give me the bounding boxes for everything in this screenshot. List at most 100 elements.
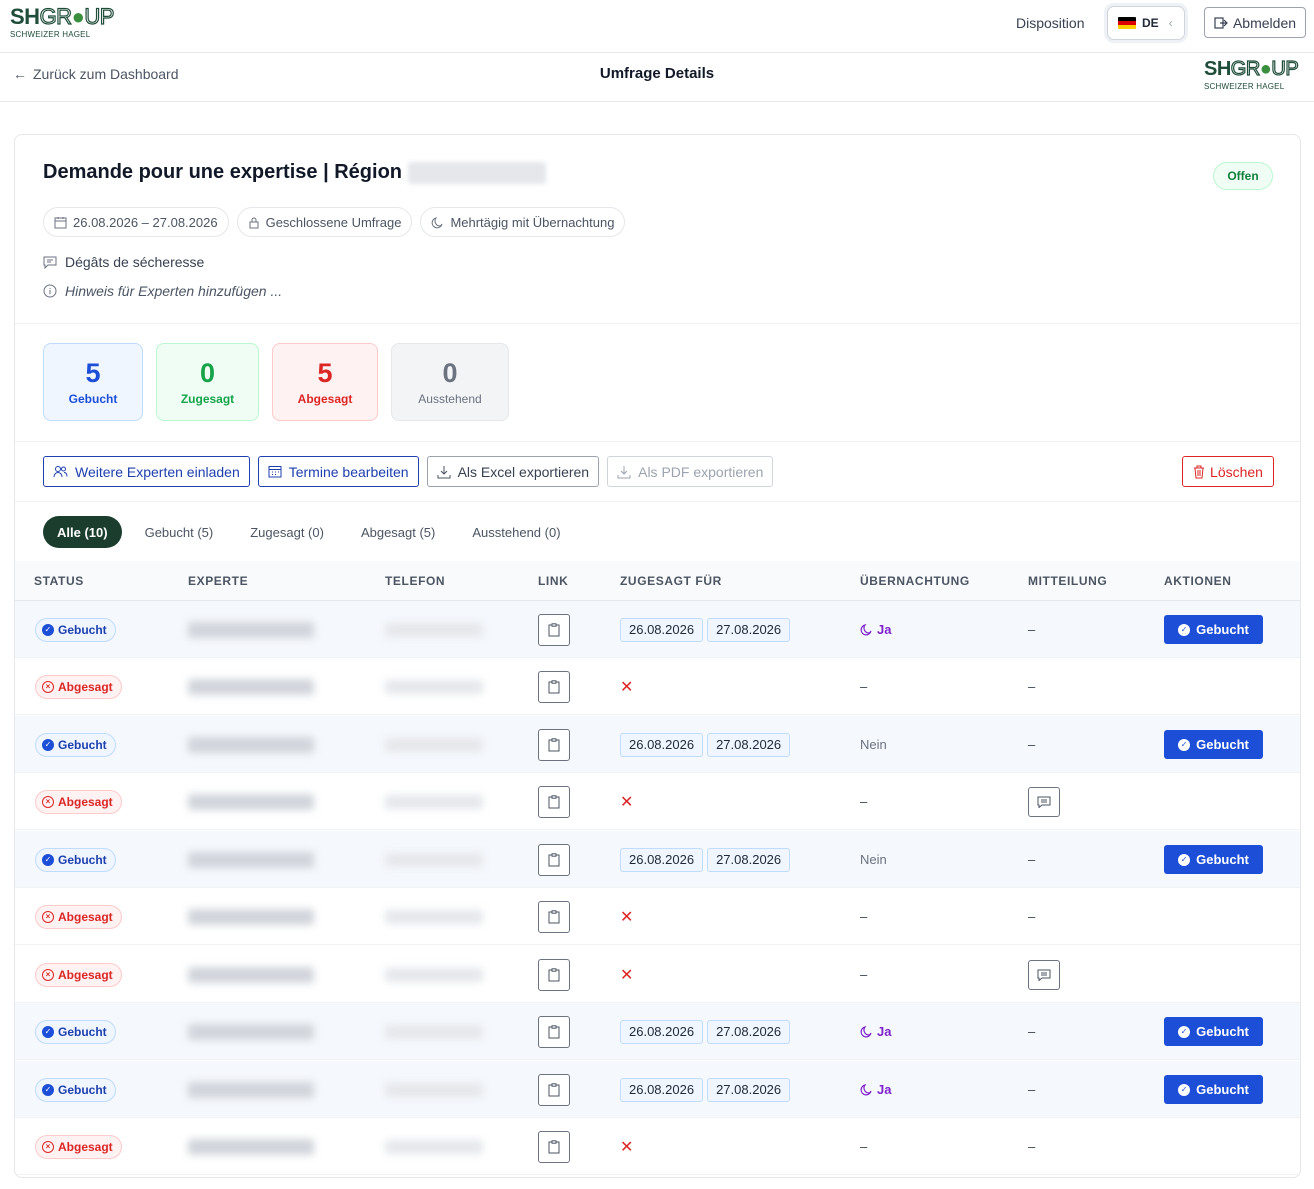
overnight-yes: Ja bbox=[860, 622, 891, 637]
cell-link bbox=[538, 601, 570, 658]
tab-gebucht[interactable]: Gebucht (5) bbox=[131, 516, 228, 548]
status-badge-gebucht: ✓ Gebucht bbox=[35, 732, 116, 757]
survey-type-chip: Geschlossene Umfrage bbox=[236, 207, 413, 237]
page-title: Umfrage Details bbox=[599, 65, 715, 82]
clipboard-icon bbox=[548, 852, 560, 866]
stat-value: 5 bbox=[85, 358, 101, 388]
clipboard-icon bbox=[548, 1139, 560, 1153]
col-link: LINK bbox=[538, 574, 569, 588]
survey-description: Dégâts de sécheresse bbox=[43, 254, 204, 270]
gebucht-action-button[interactable]: ✓ Gebucht bbox=[1164, 845, 1263, 874]
language-select[interactable]: DE ‹ bbox=[1107, 6, 1185, 40]
redacted-name bbox=[188, 793, 314, 810]
copy-link-button[interactable] bbox=[538, 728, 570, 761]
copy-link-button[interactable] bbox=[538, 670, 570, 703]
company-logo[interactable]: SHGR●UP SCHWEIZER HAGEL bbox=[10, 5, 115, 39]
stat-label: Abgesagt bbox=[297, 392, 353, 406]
gebucht-action-button[interactable]: ✓ Gebucht bbox=[1164, 1017, 1263, 1046]
copy-link-button[interactable] bbox=[538, 900, 570, 933]
nav-disposition[interactable]: Disposition bbox=[1016, 15, 1084, 31]
expert-hint[interactable]: Hinweis für Experten hinzufügen ... bbox=[43, 283, 282, 299]
overnight-empty: – bbox=[860, 967, 868, 982]
col-experte: EXPERTE bbox=[188, 574, 249, 588]
info-icon bbox=[43, 284, 57, 298]
redacted-phone bbox=[385, 909, 483, 924]
date-chip: 26.08.2026 bbox=[620, 847, 704, 872]
tab-abgesagt[interactable]: Abgesagt (5) bbox=[347, 516, 449, 548]
divider bbox=[15, 441, 1300, 442]
message-button[interactable] bbox=[1028, 959, 1060, 990]
x-icon: ✕ bbox=[620, 966, 634, 984]
x-icon: ✕ bbox=[620, 793, 634, 811]
status-text: Gebucht bbox=[58, 622, 107, 637]
gebucht-action-button[interactable]: ✓ Gebucht bbox=[1164, 1075, 1263, 1104]
cell-overnight: Nein bbox=[860, 716, 887, 773]
status-text: Abgesagt bbox=[58, 679, 113, 694]
x-circle-icon: × bbox=[42, 680, 54, 693]
overnight-empty: – bbox=[860, 794, 868, 809]
action-label: Gebucht bbox=[1196, 1024, 1249, 1039]
top-bar: SHGR●UP SCHWEIZER HAGEL Disposition DE ‹… bbox=[0, 0, 1314, 53]
cell-overnight: – bbox=[860, 946, 867, 1003]
invite-experts-button[interactable]: Weitere Experten einladen bbox=[43, 456, 250, 487]
stat-ausstehend: 0 Ausstehend bbox=[391, 343, 509, 421]
message-icon bbox=[1037, 969, 1051, 981]
status-text: Abgesagt bbox=[58, 794, 113, 809]
stat-value: 0 bbox=[442, 358, 458, 388]
message-empty: – bbox=[1028, 1139, 1036, 1154]
tab-alle[interactable]: Alle (10) bbox=[43, 516, 122, 548]
cell-status: × Abgesagt bbox=[35, 888, 122, 945]
message-button[interactable] bbox=[1028, 786, 1060, 817]
copy-link-button[interactable] bbox=[538, 1015, 570, 1048]
col-aktionen: AKTIONEN bbox=[1164, 574, 1232, 588]
copy-link-button[interactable] bbox=[538, 785, 570, 818]
stat-zugesagt: 0 Zugesagt bbox=[156, 343, 259, 421]
action-label: Gebucht bbox=[1196, 622, 1249, 637]
cell-phone bbox=[385, 1003, 483, 1060]
cell-link bbox=[538, 1061, 570, 1118]
date-chip: 27.08.2026 bbox=[707, 847, 791, 872]
sub-header: ← Zurück zum Dashboard Umfrage Details bbox=[0, 53, 1314, 102]
date-range-text: 26.08.2026 – 27.08.2026 bbox=[73, 214, 218, 230]
gebucht-action-button[interactable]: ✓ Gebucht bbox=[1164, 615, 1263, 644]
download-icon bbox=[437, 465, 451, 478]
cell-message: – bbox=[1028, 888, 1035, 945]
tab-ausstehend[interactable]: Ausstehend (0) bbox=[458, 516, 574, 548]
check-icon: ✓ bbox=[42, 738, 54, 751]
copy-link-button[interactable] bbox=[538, 1130, 570, 1163]
gebucht-action-button[interactable]: ✓ Gebucht bbox=[1164, 730, 1263, 759]
logout-button[interactable]: Abmelden bbox=[1204, 7, 1306, 38]
cell-confirmed-dates: 26.08.2026 27.08.2026 bbox=[620, 1003, 794, 1060]
check-icon: ✓ bbox=[1178, 853, 1191, 866]
table-row: ✓ Gebucht 26.08.2026 27.08.2026 Nein – ✓ Gebuch… bbox=[15, 716, 1300, 773]
redacted-phone bbox=[385, 1024, 483, 1039]
redacted-phone bbox=[385, 1139, 483, 1154]
edit-dates-label: Termine bearbeiten bbox=[288, 463, 409, 480]
cell-confirmed-dates: ✕ bbox=[620, 658, 633, 715]
redacted-name bbox=[188, 736, 314, 753]
export-pdf-button[interactable]: Als PDF exportieren bbox=[607, 456, 774, 487]
table-row: ✓ Gebucht 26.08.2026 27.08.2026 Nein – ✓ Gebuch… bbox=[15, 831, 1300, 888]
moon-icon bbox=[432, 216, 443, 228]
delete-label: Löschen bbox=[1210, 463, 1263, 480]
tab-zugesagt[interactable]: Zugesagt (0) bbox=[236, 516, 338, 548]
copy-link-button[interactable] bbox=[538, 958, 570, 991]
delete-button[interactable]: Löschen bbox=[1182, 456, 1274, 487]
copy-link-button[interactable] bbox=[538, 843, 570, 876]
divider bbox=[15, 323, 1300, 324]
logout-label: Abmelden bbox=[1232, 14, 1297, 31]
copy-link-button[interactable] bbox=[538, 1073, 570, 1106]
edit-dates-button[interactable]: Termine bearbeiten bbox=[257, 456, 419, 487]
export-excel-button[interactable]: Als Excel exportieren bbox=[426, 456, 600, 487]
cell-message: – bbox=[1028, 831, 1035, 888]
cell-link bbox=[538, 831, 570, 888]
clipboard-icon bbox=[548, 794, 560, 808]
status-text: Abgesagt bbox=[58, 909, 113, 924]
status-badge-abgesagt: × Abgesagt bbox=[35, 789, 122, 814]
redacted-region bbox=[408, 161, 547, 184]
table-row: × Abgesagt ✕ – bbox=[15, 773, 1300, 830]
date-chip: 27.08.2026 bbox=[707, 617, 791, 642]
copy-link-button[interactable] bbox=[538, 613, 570, 646]
cell-phone bbox=[385, 658, 483, 715]
cell-status: ✓ Gebucht bbox=[35, 716, 116, 773]
